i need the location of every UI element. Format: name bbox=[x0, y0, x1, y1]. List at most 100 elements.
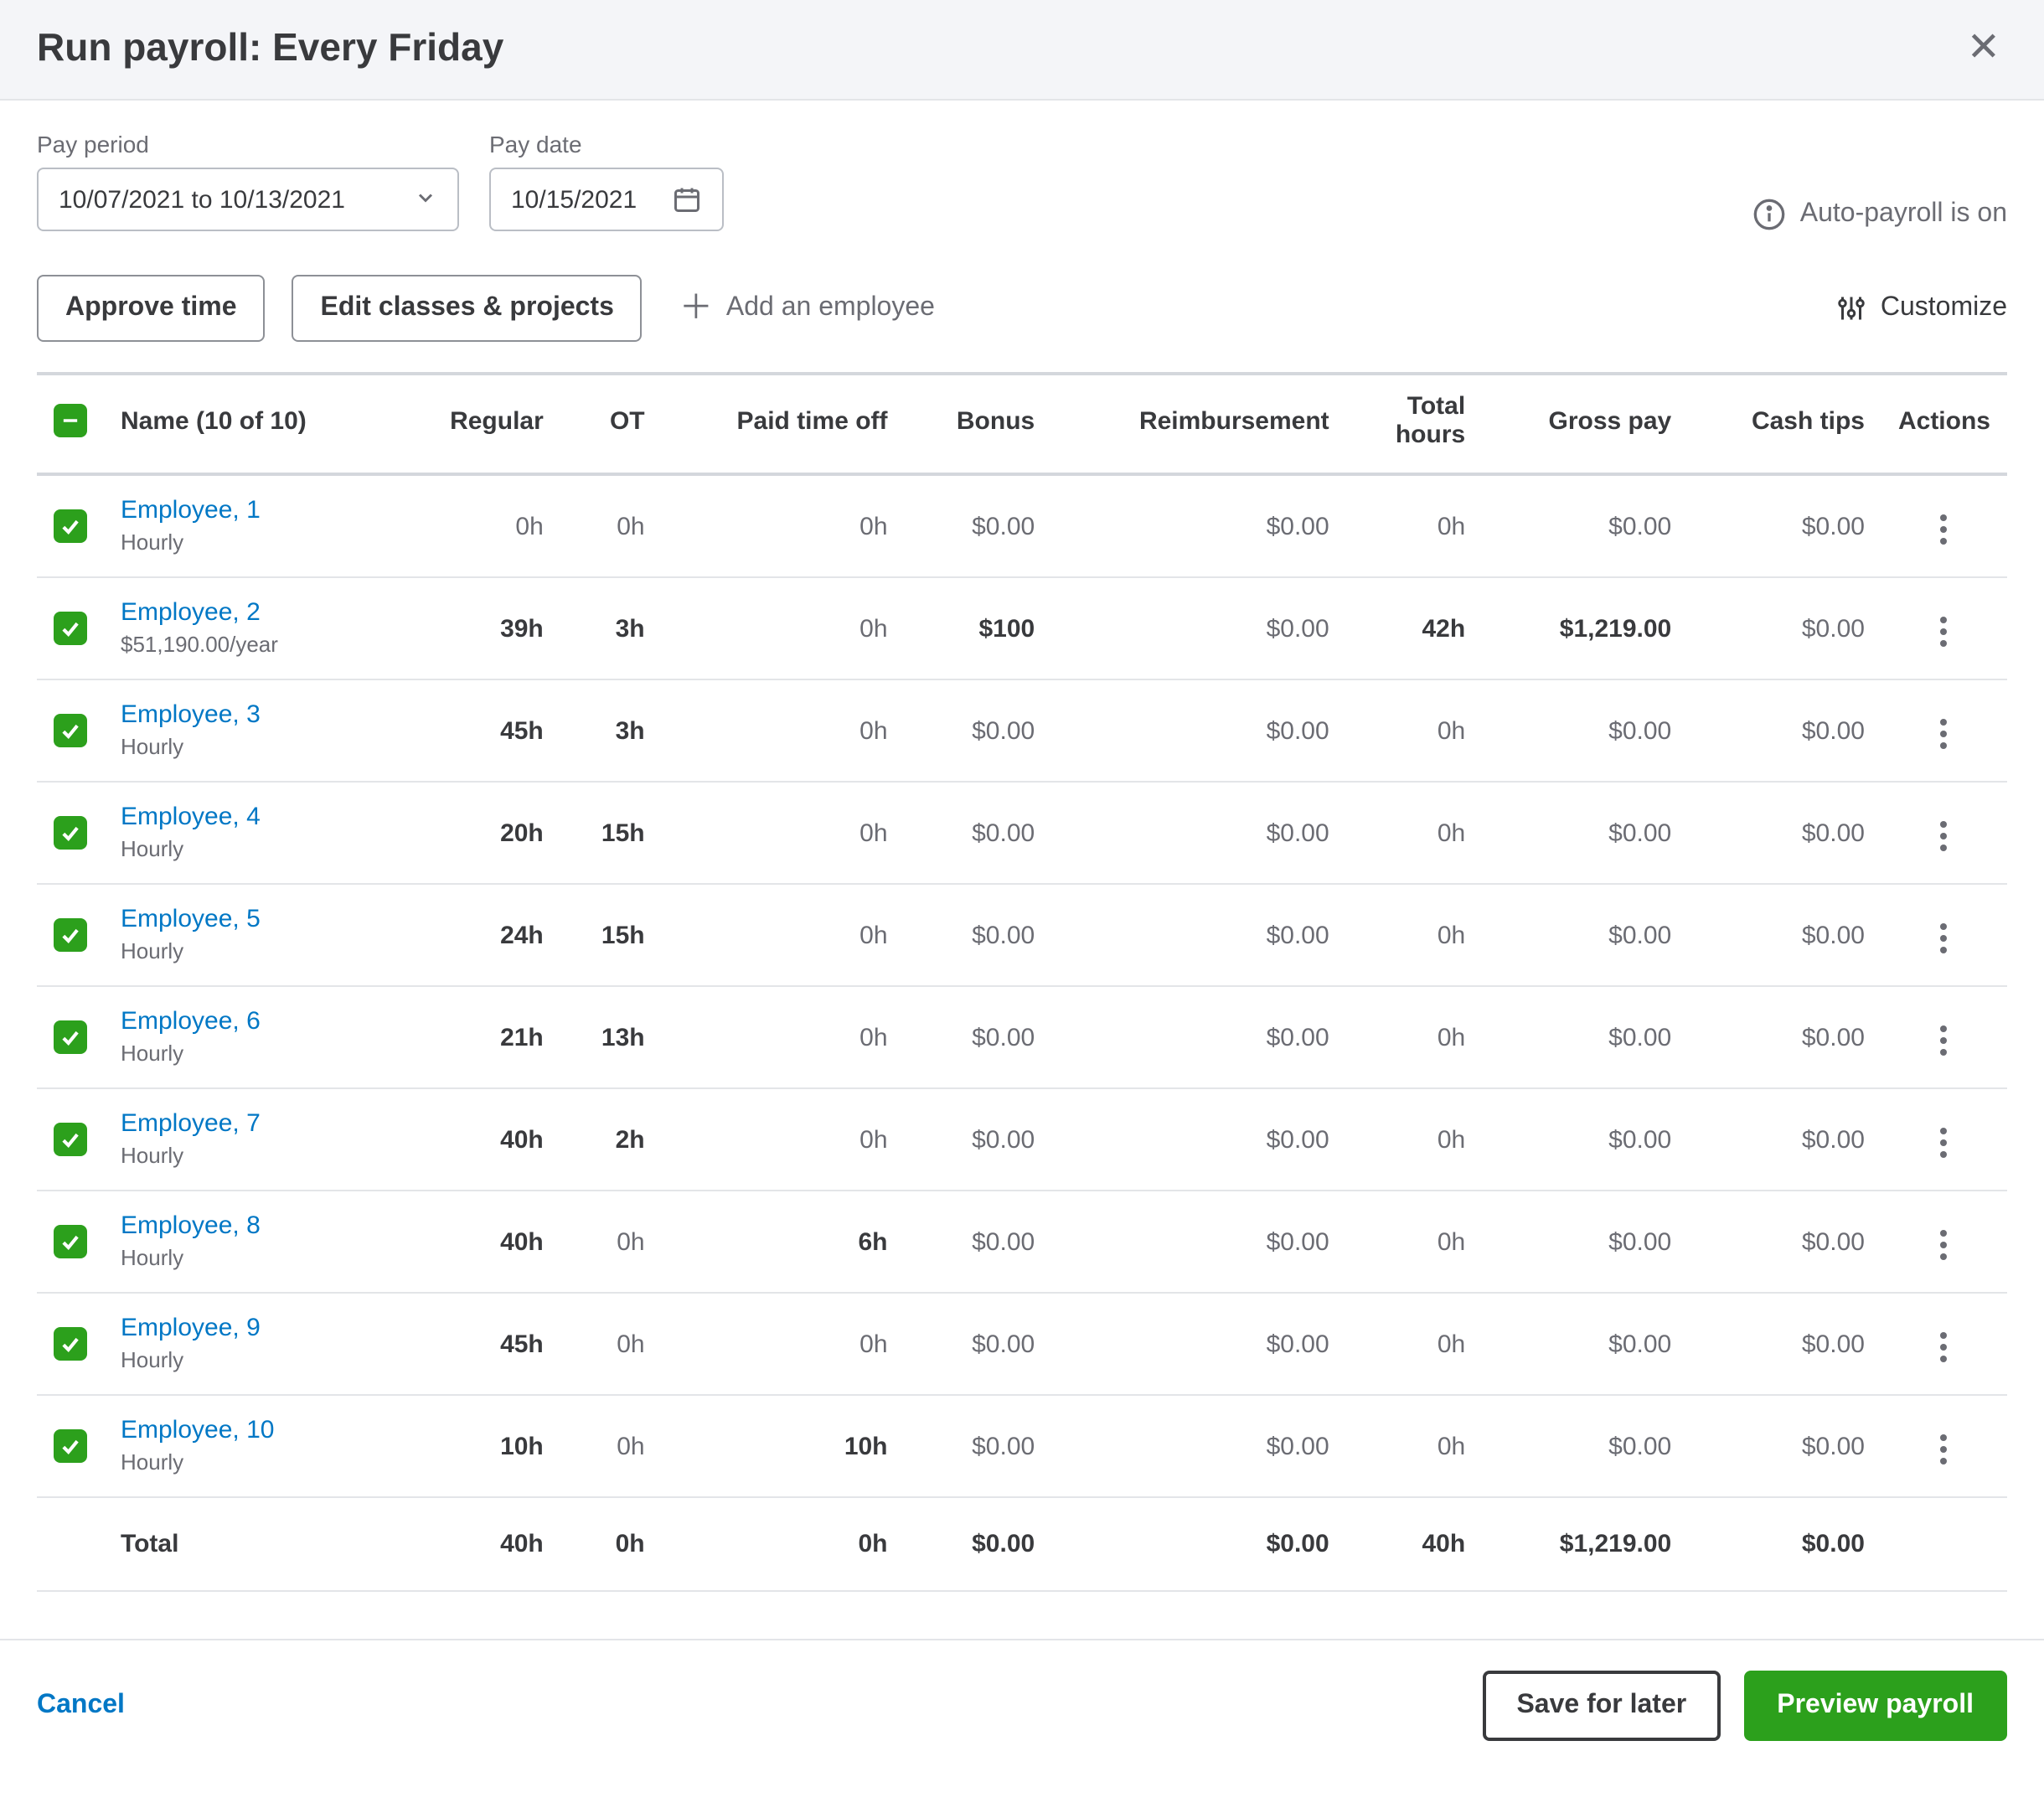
cell-regular[interactable]: 40h bbox=[393, 1088, 560, 1191]
cell-pto[interactable]: 0h bbox=[662, 1293, 905, 1395]
cell-bonus[interactable]: $0.00 bbox=[905, 986, 1052, 1088]
pay-date-input[interactable]: 10/15/2021 bbox=[489, 168, 724, 231]
row-actions-menu[interactable] bbox=[1931, 1117, 1958, 1167]
row-actions-menu[interactable] bbox=[1931, 1321, 1958, 1371]
cell-ot[interactable]: 3h bbox=[560, 679, 662, 782]
cell-regular[interactable]: 45h bbox=[393, 679, 560, 782]
close-icon[interactable]: ✕ bbox=[1960, 23, 2007, 72]
cell-regular[interactable]: 21h bbox=[393, 986, 560, 1088]
employee-name-link[interactable]: Employee, 8 bbox=[121, 1211, 376, 1240]
cell-reimbursement[interactable]: $0.00 bbox=[1051, 884, 1345, 986]
cell-regular[interactable]: 40h bbox=[393, 1191, 560, 1293]
cell-pto[interactable]: 0h bbox=[662, 577, 905, 679]
employee-name-link[interactable]: Employee, 3 bbox=[121, 700, 376, 729]
row-checkbox[interactable] bbox=[54, 1326, 87, 1360]
row-actions-menu[interactable] bbox=[1931, 504, 1958, 554]
cell-bonus[interactable]: $0.00 bbox=[905, 1293, 1052, 1395]
row-checkbox[interactable] bbox=[54, 1020, 87, 1053]
preview-payroll-button[interactable]: Preview payroll bbox=[1743, 1671, 2007, 1741]
cell-cash-tips[interactable]: $0.00 bbox=[1688, 986, 1881, 1088]
row-checkbox[interactable] bbox=[54, 713, 87, 746]
cell-reimbursement[interactable]: $0.00 bbox=[1051, 782, 1345, 884]
edit-classes-projects-button[interactable]: Edit classes & projects bbox=[292, 275, 643, 342]
save-for-later-button[interactable]: Save for later bbox=[1483, 1671, 1720, 1741]
cell-cash-tips[interactable]: $0.00 bbox=[1688, 1088, 1881, 1191]
employee-name-link[interactable]: Employee, 1 bbox=[121, 496, 376, 524]
cell-pto[interactable]: 10h bbox=[662, 1395, 905, 1497]
row-checkbox[interactable] bbox=[54, 1122, 87, 1155]
cell-bonus[interactable]: $0.00 bbox=[905, 1088, 1052, 1191]
cell-bonus[interactable]: $0.00 bbox=[905, 1395, 1052, 1497]
row-checkbox[interactable] bbox=[54, 815, 87, 849]
cell-bonus[interactable]: $0.00 bbox=[905, 884, 1052, 986]
row-checkbox[interactable] bbox=[54, 509, 87, 542]
cell-ot[interactable]: 2h bbox=[560, 1088, 662, 1191]
employee-name-link[interactable]: Employee, 7 bbox=[121, 1109, 376, 1138]
row-checkbox[interactable] bbox=[54, 611, 87, 644]
cell-pto[interactable]: 0h bbox=[662, 986, 905, 1088]
add-employee-button[interactable]: ＋ Add an employee bbox=[669, 278, 945, 338]
cell-ot[interactable]: 0h bbox=[560, 1395, 662, 1497]
cell-pto[interactable]: 0h bbox=[662, 782, 905, 884]
cell-reimbursement[interactable]: $0.00 bbox=[1051, 474, 1345, 577]
employee-name-link[interactable]: Employee, 6 bbox=[121, 1007, 376, 1036]
pay-period-select[interactable]: 10/07/2021 to 10/13/2021 bbox=[37, 168, 459, 231]
employee-name-link[interactable]: Employee, 2 bbox=[121, 598, 376, 627]
cell-bonus[interactable]: $0.00 bbox=[905, 1191, 1052, 1293]
row-checkbox[interactable] bbox=[54, 1224, 87, 1258]
cell-cash-tips[interactable]: $0.00 bbox=[1688, 1395, 1881, 1497]
cell-cash-tips[interactable]: $0.00 bbox=[1688, 679, 1881, 782]
cell-cash-tips[interactable]: $0.00 bbox=[1688, 1191, 1881, 1293]
cell-reimbursement[interactable]: $0.00 bbox=[1051, 1395, 1345, 1497]
cell-reimbursement[interactable]: $0.00 bbox=[1051, 679, 1345, 782]
cell-bonus[interactable]: $0.00 bbox=[905, 679, 1052, 782]
cell-regular[interactable]: 39h bbox=[393, 577, 560, 679]
cell-bonus[interactable]: $0.00 bbox=[905, 474, 1052, 577]
cell-ot[interactable]: 15h bbox=[560, 884, 662, 986]
cell-pto[interactable]: 0h bbox=[662, 1088, 905, 1191]
cell-cash-tips[interactable]: $0.00 bbox=[1688, 577, 1881, 679]
cell-regular[interactable]: 0h bbox=[393, 474, 560, 577]
cell-ot[interactable]: 0h bbox=[560, 1293, 662, 1395]
row-actions-menu[interactable] bbox=[1931, 708, 1958, 758]
row-actions-menu[interactable] bbox=[1931, 1423, 1958, 1474]
employee-name-link[interactable]: Employee, 4 bbox=[121, 803, 376, 831]
row-actions-menu[interactable] bbox=[1931, 810, 1958, 860]
select-all-checkbox[interactable] bbox=[54, 403, 87, 437]
approve-time-button[interactable]: Approve time bbox=[37, 275, 266, 342]
cell-reimbursement[interactable]: $0.00 bbox=[1051, 1088, 1345, 1191]
cell-ot[interactable]: 0h bbox=[560, 1191, 662, 1293]
cell-bonus[interactable]: $100 bbox=[905, 577, 1052, 679]
cell-ot[interactable]: 3h bbox=[560, 577, 662, 679]
customize-button[interactable]: Customize bbox=[1837, 293, 2007, 323]
row-actions-menu[interactable] bbox=[1931, 1015, 1958, 1065]
cell-cash-tips[interactable]: $0.00 bbox=[1688, 1293, 1881, 1395]
cell-ot[interactable]: 13h bbox=[560, 986, 662, 1088]
cell-regular[interactable]: 10h bbox=[393, 1395, 560, 1497]
cell-pto[interactable]: 0h bbox=[662, 679, 905, 782]
cell-pto[interactable]: 0h bbox=[662, 474, 905, 577]
cell-reimbursement[interactable]: $0.00 bbox=[1051, 1191, 1345, 1293]
cell-reimbursement[interactable]: $0.00 bbox=[1051, 1293, 1345, 1395]
cell-reimbursement[interactable]: $0.00 bbox=[1051, 986, 1345, 1088]
cell-cash-tips[interactable]: $0.00 bbox=[1688, 474, 1881, 577]
employee-name-link[interactable]: Employee, 10 bbox=[121, 1416, 376, 1444]
row-actions-menu[interactable] bbox=[1931, 912, 1958, 963]
cell-cash-tips[interactable]: $0.00 bbox=[1688, 884, 1881, 986]
employee-name-link[interactable]: Employee, 5 bbox=[121, 905, 376, 933]
cell-ot[interactable]: 0h bbox=[560, 474, 662, 577]
cell-pto[interactable]: 0h bbox=[662, 884, 905, 986]
cell-regular[interactable]: 45h bbox=[393, 1293, 560, 1395]
cancel-button[interactable]: Cancel bbox=[37, 1691, 125, 1721]
cell-ot[interactable]: 15h bbox=[560, 782, 662, 884]
cell-bonus[interactable]: $0.00 bbox=[905, 782, 1052, 884]
row-checkbox[interactable] bbox=[54, 1428, 87, 1462]
cell-regular[interactable]: 24h bbox=[393, 884, 560, 986]
row-actions-menu[interactable] bbox=[1931, 606, 1958, 656]
cell-cash-tips[interactable]: $0.00 bbox=[1688, 782, 1881, 884]
cell-reimbursement[interactable]: $0.00 bbox=[1051, 577, 1345, 679]
row-checkbox[interactable] bbox=[54, 917, 87, 951]
row-actions-menu[interactable] bbox=[1931, 1219, 1958, 1269]
info-icon[interactable] bbox=[1753, 198, 1787, 231]
employee-name-link[interactable]: Employee, 9 bbox=[121, 1314, 376, 1342]
